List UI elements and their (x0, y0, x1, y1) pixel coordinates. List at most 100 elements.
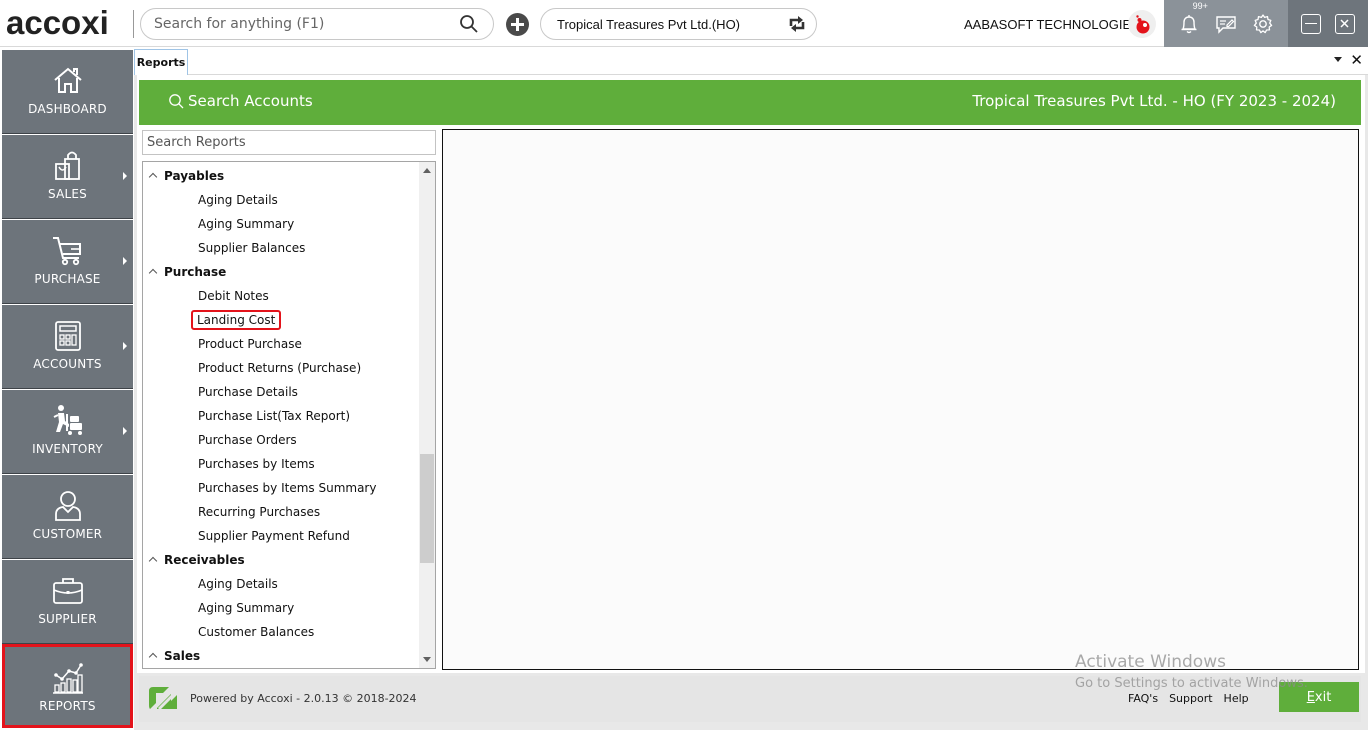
chat-edit-icon (1216, 15, 1236, 34)
sidebar-item-label: PURCHASE (34, 272, 101, 286)
sidebar-item-label: SALES (48, 187, 87, 201)
report-item[interactable]: Supplier Payment Refund (143, 524, 419, 548)
collapse-caret-icon[interactable] (148, 652, 158, 662)
tab-reports[interactable]: Reports (134, 49, 188, 75)
report-content-panel (442, 129, 1359, 670)
reports-tree-scrollbar[interactable] (419, 162, 435, 668)
user-avatar[interactable] (1128, 10, 1156, 38)
report-item-label: Landing Cost (191, 310, 282, 330)
scroll-up-icon[interactable] (423, 168, 431, 173)
tab-list-dropdown-icon[interactable] (1334, 57, 1342, 62)
exit-button[interactable]: Exit (1279, 682, 1359, 712)
report-item[interactable]: Purchase List(Tax Report) (143, 404, 419, 428)
report-item-label: Aging Summary (198, 217, 295, 231)
company-selector[interactable]: Tropical Treasures Pvt Ltd.(HO) (540, 8, 817, 40)
report-item[interactable]: Customer Balances (143, 620, 419, 644)
calculator-icon (54, 321, 81, 351)
close-tab-icon[interactable]: ✕ (1350, 51, 1363, 69)
report-group[interactable]: Sales (143, 644, 419, 668)
search-icon (169, 94, 184, 109)
sidebar-item-sales[interactable]: SALES (2, 135, 133, 219)
collapse-caret-icon[interactable] (148, 172, 158, 182)
close-window-button[interactable] (1335, 13, 1355, 34)
sidebar-item-dashboard[interactable]: DASHBOARD (2, 50, 133, 134)
exit-accesskey: E (1306, 689, 1315, 705)
settings-button[interactable] (1251, 12, 1275, 36)
logo-text: accoxi (6, 4, 109, 41)
exit-label: xit (1314, 689, 1332, 705)
report-item[interactable]: Debit Notes (143, 284, 419, 308)
report-item[interactable]: Aging Summary (143, 212, 419, 236)
report-item[interactable]: Purchases by Items Summary (143, 476, 419, 500)
notifications-button[interactable]: 99+ (1177, 1, 1208, 36)
shopping-bags-icon (54, 151, 80, 180)
gear-icon (1254, 13, 1273, 33)
report-item[interactable]: Aging Details (143, 572, 419, 596)
reports-tree-list: Payables Aging Details Aging Summary Suppli… (143, 164, 419, 668)
report-group[interactable]: Purchase (143, 260, 419, 284)
support-link[interactable]: Support (1169, 692, 1212, 705)
help-link[interactable]: Help (1224, 692, 1249, 705)
sidebar-item-supplier[interactable]: SUPPLIER (2, 560, 133, 644)
accoxi-footer-logo-icon (149, 687, 177, 711)
report-group[interactable]: Receivables (143, 548, 419, 572)
submenu-arrow-icon (123, 172, 127, 180)
report-item-highlighted[interactable]: Landing Cost (143, 308, 419, 332)
messages-button[interactable] (1214, 12, 1238, 36)
report-item[interactable]: Supplier Balances (143, 236, 419, 260)
report-item[interactable]: Product Returns (Purchase) (143, 356, 419, 380)
organization-menu[interactable]: AABASOFT TECHNOLOGIES (964, 17, 1151, 32)
reports-header-bar: Search Accounts Tropical Treasures Pvt L… (139, 80, 1361, 125)
collapse-caret-icon[interactable] (148, 556, 158, 566)
switch-company-icon[interactable] (786, 13, 808, 35)
report-item-label: Purchases by Items (198, 457, 315, 471)
report-item[interactable]: Purchase Details (143, 380, 419, 404)
scroll-down-icon[interactable] (423, 657, 431, 662)
sidebar-item-customer[interactable]: CUSTOMER (2, 475, 133, 559)
reports-tree: Payables Aging Details Aging Summary Suppli… (142, 161, 436, 669)
submenu-arrow-icon (123, 342, 127, 350)
scroll-thumb[interactable] (420, 454, 434, 563)
sidebar-item-inventory[interactable]: INVENTORY (2, 390, 133, 474)
search-accounts-button[interactable]: Search Accounts (168, 92, 313, 110)
global-search[interactable] (140, 8, 494, 40)
search-icon[interactable] (459, 14, 479, 34)
tab-label: Reports (136, 56, 186, 69)
report-item-label: Supplier Balances (198, 241, 306, 255)
report-item[interactable]: Aging Details (143, 188, 419, 212)
bell-icon (1181, 14, 1197, 33)
report-group[interactable]: Payables (143, 164, 419, 188)
report-item-label: Purchase List(Tax Report) (198, 409, 351, 423)
search-reports[interactable] (142, 130, 436, 155)
sidebar-item-label: SUPPLIER (38, 612, 97, 626)
top-bar: accoxi Tropical Treasures Pvt Ltd.(HO) A… (0, 0, 1368, 47)
submenu-arrow-icon (123, 427, 127, 435)
report-item[interactable]: Aging Summary (143, 596, 419, 620)
report-item[interactable]: Recurring Purchases (143, 500, 419, 524)
house-icon (53, 67, 82, 93)
collapse-caret-icon[interactable] (148, 268, 158, 278)
global-search-input[interactable] (154, 16, 459, 32)
sidebar-item-label: REPORTS (39, 699, 96, 713)
submenu-arrow-icon (123, 257, 127, 265)
sidebar-item-purchase[interactable]: PURCHASE (2, 220, 133, 304)
report-item-label: Purchase Details (198, 385, 298, 399)
avatar-logo-icon (1136, 15, 1150, 34)
sidebar-item-reports[interactable]: REPORTS (2, 644, 133, 728)
chart-icon (52, 663, 83, 694)
company-selector-value: Tropical Treasures Pvt Ltd.(HO) (557, 16, 741, 32)
organization-name: AABASOFT TECHNOLOGIES (964, 17, 1140, 32)
report-item[interactable]: Purchase Orders (143, 428, 419, 452)
logo-divider (133, 10, 134, 38)
faqs-link[interactable]: FAQ's (1128, 692, 1158, 705)
search-reports-input[interactable] (143, 131, 435, 154)
tab-strip: Reports ✕ (134, 48, 1368, 75)
add-new-button[interactable] (506, 13, 529, 36)
report-item[interactable]: Purchases by Items (143, 452, 419, 476)
report-item-label: Purchases by Items Summary (198, 481, 377, 495)
report-item-label: Product Returns (Purchase) (198, 361, 362, 375)
minimize-button[interactable] (1301, 13, 1321, 34)
report-item-label: Purchase Orders (198, 433, 297, 447)
sidebar-item-accounts[interactable]: ACCOUNTS (2, 305, 133, 389)
report-item[interactable]: Product Purchase (143, 332, 419, 356)
